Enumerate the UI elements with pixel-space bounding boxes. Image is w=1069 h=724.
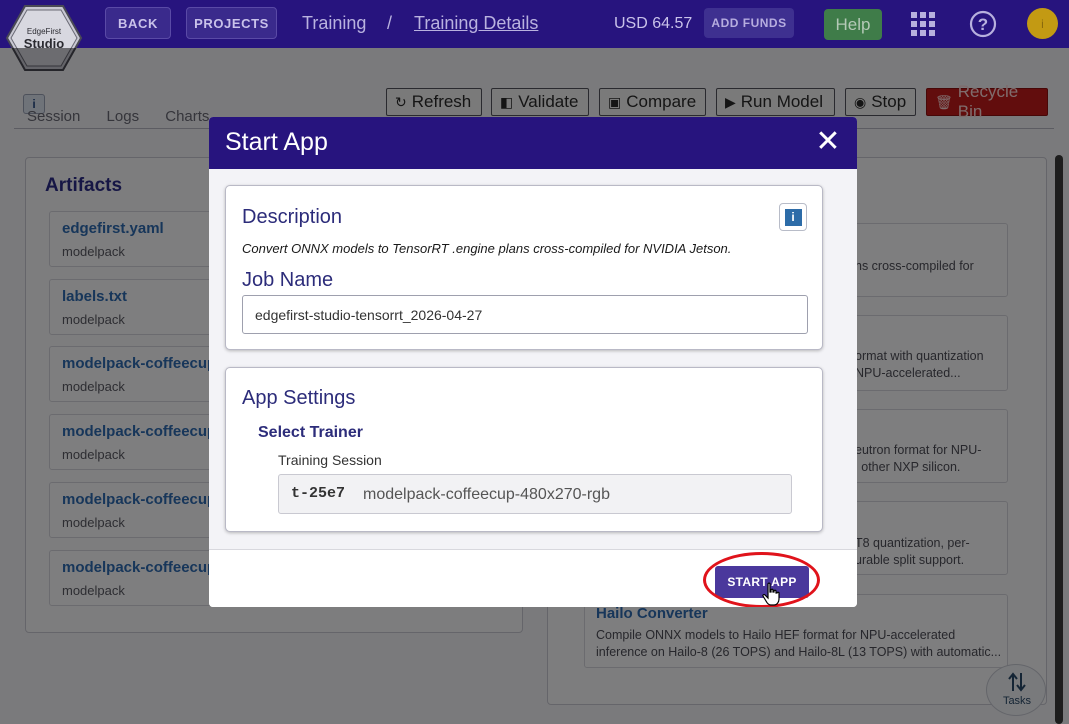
- breadcrumb-training[interactable]: Training: [302, 13, 366, 34]
- modal-body: Description i Convert ONNX models to Ten…: [209, 169, 857, 549]
- select-trainer-label: Select Trainer: [258, 424, 363, 441]
- back-button[interactable]: BACK: [105, 7, 171, 39]
- help-button[interactable]: Help: [824, 9, 882, 40]
- description-title: Description: [242, 206, 343, 228]
- modal-footer: START APP: [209, 549, 857, 607]
- start-app-modal: Start App ✕ Description i Convert ONNX m…: [209, 117, 857, 607]
- projects-button[interactable]: PROJECTS: [186, 7, 277, 39]
- close-icon[interactable]: ✕: [815, 127, 841, 157]
- app-description-text: Convert ONNX models to TensorRT .engine …: [242, 241, 732, 256]
- training-session-label: Training Session: [278, 452, 382, 468]
- modal-header: Start App ✕: [209, 117, 857, 169]
- job-name-input[interactable]: [242, 295, 808, 334]
- svg-text:?: ?: [978, 15, 988, 34]
- help-circle-icon[interactable]: ?: [969, 10, 997, 38]
- modal-title: Start App: [225, 128, 328, 156]
- hand-pointer-icon: [762, 582, 780, 606]
- info-button[interactable]: i: [779, 203, 807, 231]
- breadcrumb-separator: /: [387, 13, 393, 33]
- job-name-label: Job Name: [242, 269, 334, 291]
- add-funds-button[interactable]: ADD FUNDS: [704, 8, 794, 38]
- apps-grid-icon[interactable]: [911, 12, 935, 36]
- account-balance: USD 64.57: [614, 15, 693, 32]
- app-settings-title: App Settings: [242, 387, 356, 409]
- info-icon: i: [784, 208, 802, 226]
- training-session-code: t-25e7: [291, 485, 346, 502]
- breadcrumb-training-details[interactable]: Training Details: [414, 13, 538, 34]
- logo-text-top: EdgeFirst: [27, 27, 62, 36]
- training-session-name: modelpack-coffeecup-480x270-rgb: [363, 486, 610, 503]
- description-section: Description i Convert ONNX models to Ten…: [225, 185, 823, 350]
- app-settings-section: App Settings Select Trainer Training Ses…: [225, 367, 823, 532]
- avatar[interactable]: i: [1027, 8, 1058, 39]
- top-navbar: BACK PROJECTS Training / Training Detail…: [0, 0, 1069, 48]
- training-session-field[interactable]: t-25e7 modelpack-coffeecup-480x270-rgb: [278, 474, 792, 514]
